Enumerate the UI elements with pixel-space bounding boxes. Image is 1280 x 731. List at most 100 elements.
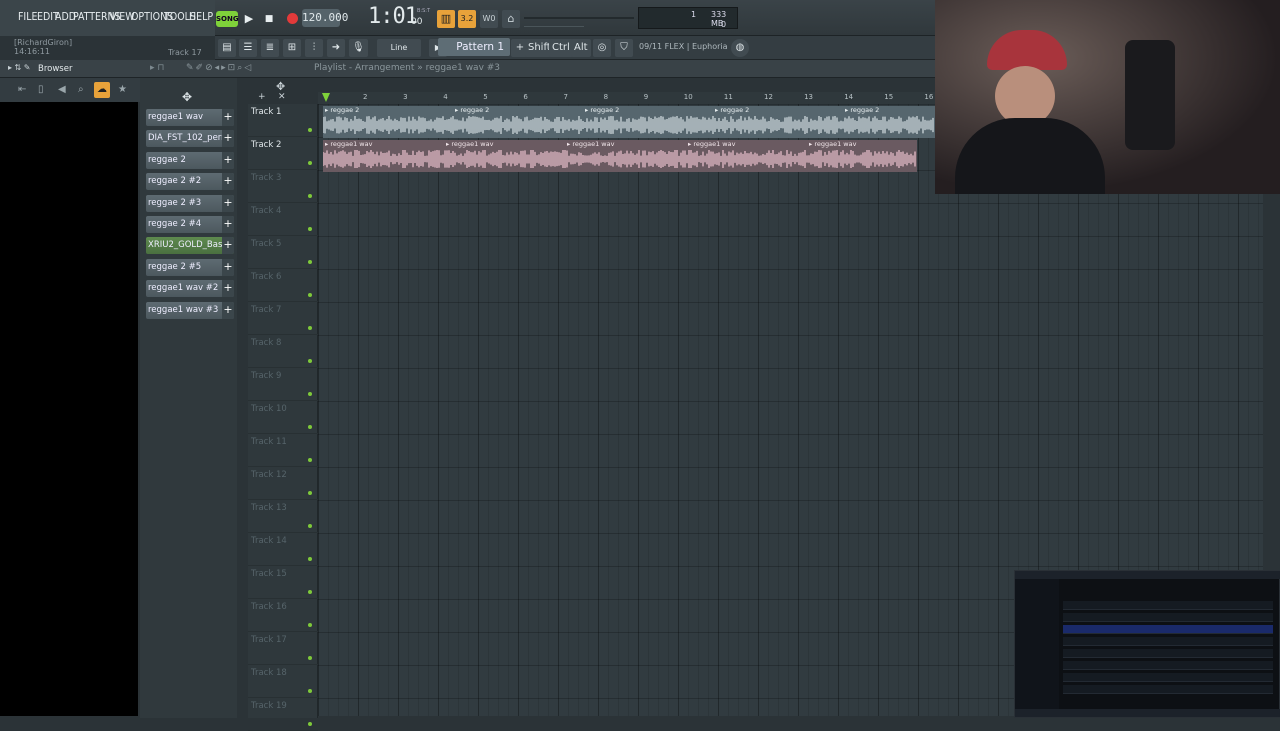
track-mute-led[interactable] (308, 491, 312, 495)
channel-rack-icon[interactable]: ≣ (261, 39, 279, 57)
pattern-selector[interactable]: Pattern 1 (438, 38, 510, 56)
track-header[interactable]: Track 9 (248, 368, 318, 401)
file-icon[interactable]: ▯ (38, 84, 44, 95)
cloud-icon[interactable]: ☁ (94, 82, 110, 98)
playlist-icon[interactable]: ▤ (218, 39, 236, 57)
add-clip-icon[interactable]: + (222, 280, 234, 298)
channel-item[interactable]: reggae 2 #2 + (146, 173, 234, 191)
browser-tree[interactable] (0, 102, 138, 716)
track2-clip-lane[interactable]: ▸ reggae1 wav ▸ reggae1 wav ▸ reggae1 wav ▸… (323, 140, 917, 172)
add-clip-icon[interactable]: + (222, 216, 234, 233)
add-clip-icon[interactable]: + (222, 258, 234, 276)
add-clip-icon[interactable]: + (222, 237, 234, 255)
collapse-icon[interactable]: ⇤ (18, 84, 26, 95)
track-header[interactable]: Track 4 (248, 203, 318, 236)
channel-item[interactable]: XRIU2_GOLD_Bass_F... + (146, 237, 234, 255)
track-header[interactable]: Track 12 (248, 467, 318, 500)
timeline-ruler[interactable]: 2 3 4 5 6 7 8 9 10 11 12 13 14 15 16 (318, 92, 935, 104)
stop-icon[interactable]: ■ (260, 10, 278, 28)
track-mute-led[interactable] (308, 293, 312, 297)
move-icon[interactable]: ✥ (182, 90, 192, 104)
track-header[interactable]: Track 11 (248, 434, 318, 467)
alt-button[interactable]: Alt (571, 39, 591, 57)
track-header[interactable]: Track 7 (248, 302, 318, 335)
channel-item[interactable]: reggae 2 + (146, 151, 234, 169)
global-icon[interactable]: ◍ (731, 39, 749, 57)
wait-for-input-icon[interactable]: W0 (480, 10, 498, 28)
track-mute-led[interactable] (308, 128, 312, 132)
menu-file[interactable]: FILE (18, 11, 37, 23)
playhead-marker[interactable] (322, 93, 330, 102)
track-header[interactable]: Track 19 (248, 698, 318, 731)
add-track-icon[interactable]: + (258, 92, 266, 102)
song-mode-button[interactable]: SONG (216, 11, 239, 27)
track-mute-led[interactable] (308, 524, 312, 528)
track-header[interactable]: Track 1 (248, 104, 318, 137)
search-icon[interactable]: ⌕ (78, 84, 84, 95)
track-mute-led[interactable] (308, 689, 312, 693)
snap-select[interactable]: Line (377, 39, 421, 57)
mixer-icon[interactable]: ⊞ (283, 39, 301, 57)
channel-item[interactable]: reggae 2 #4 + (146, 216, 234, 233)
browser-menu-icon[interactable]: ▸ ⇅ ✎ (8, 63, 31, 72)
track-mute-led[interactable] (308, 656, 312, 660)
track-header[interactable]: Track 5 (248, 236, 318, 269)
track-mute-led[interactable] (308, 557, 312, 561)
track-header[interactable]: Track 16 (248, 599, 318, 632)
track-mute-led[interactable] (308, 260, 312, 264)
channel-item[interactable]: reggae 2 #5 + (146, 258, 234, 276)
plugin-picker-icon[interactable]: ⫶ (305, 39, 323, 57)
play-icon[interactable]: ▶ (240, 10, 258, 28)
ctrl-button[interactable]: Ctrl (549, 39, 573, 57)
channel-item[interactable]: reggae1 wav #3 + (146, 301, 234, 319)
track-mute-led[interactable] (308, 590, 312, 594)
track-mute-led[interactable] (308, 359, 312, 363)
speaker-icon[interactable]: ◀ (58, 84, 66, 95)
time-format-label[interactable]: B:S:T (417, 8, 430, 14)
channel-item[interactable]: reggae1 wav #2 + (146, 280, 234, 298)
add-clip-icon[interactable]: + (222, 109, 234, 126)
tempo-display[interactable]: 120.000 (302, 9, 348, 27)
track-header[interactable]: Track 10 (248, 401, 318, 434)
record-icon[interactable] (283, 10, 301, 28)
track-header[interactable]: Track 14 (248, 533, 318, 566)
playlist-tools-icon[interactable]: ✎✐⊘◂▸⊡⌕◁ (186, 63, 253, 73)
star-icon[interactable]: ★ (118, 84, 127, 95)
track-mute-led[interactable] (308, 227, 312, 231)
track-mute-led[interactable] (308, 161, 312, 165)
add-clip-icon[interactable]: + (222, 173, 234, 191)
menu-help[interactable]: HELP (189, 11, 213, 23)
track-header[interactable]: Track 6 (248, 269, 318, 302)
track-mute-led[interactable] (308, 425, 312, 429)
piano-roll-icon[interactable]: ☰ (239, 39, 257, 57)
add-clip-icon[interactable]: + (222, 151, 234, 169)
track-header[interactable]: Track 13 (248, 500, 318, 533)
add-clip-icon[interactable]: + (222, 194, 234, 212)
track-mute-led[interactable] (308, 194, 312, 198)
track-mute-led[interactable] (308, 623, 312, 627)
track-header[interactable]: Track 8 (248, 335, 318, 368)
online-icon[interactable]: ◎ (593, 39, 611, 57)
loop-record-icon[interactable]: ⌂ (502, 10, 520, 28)
track-header[interactable]: Track 3 (248, 170, 318, 203)
track-mute-led[interactable] (308, 326, 312, 330)
playlist-arrows-icon[interactable]: ▸ ⊓ (150, 63, 164, 73)
channel-item[interactable]: reggae 2 #3 + (146, 194, 234, 212)
remove-track-icon[interactable]: ✕ (278, 92, 286, 102)
microphone-icon[interactable]: 🎙 (349, 39, 368, 57)
cart-icon[interactable]: ⛉ (615, 39, 633, 57)
add-clip-icon[interactable]: + (222, 301, 234, 319)
track-mute-led[interactable] (308, 458, 312, 462)
track-header[interactable]: Track 17 (248, 632, 318, 665)
track-header[interactable]: Track 2 (248, 137, 318, 170)
plugin-news[interactable]: 09/11 FLEX | Euphoria (639, 42, 728, 51)
track-mute-led[interactable] (308, 722, 312, 726)
track-header[interactable]: Track 18 (248, 665, 318, 698)
forward-icon[interactable]: ➜ (327, 39, 345, 57)
track1-clip-lane[interactable]: ▸ reggae 2 ▸ reggae 2 ▸ reggae 2 ▸ reggae 2… (323, 106, 935, 138)
track-mute-led[interactable] (308, 392, 312, 396)
channel-item[interactable]: DIA_FST_102_perreo... + (146, 130, 234, 148)
channel-item[interactable]: reggae1 wav + (146, 109, 234, 126)
metronome-icon[interactable]: ▥ (437, 10, 455, 28)
mini-window-thumbnail[interactable] (1014, 570, 1280, 718)
